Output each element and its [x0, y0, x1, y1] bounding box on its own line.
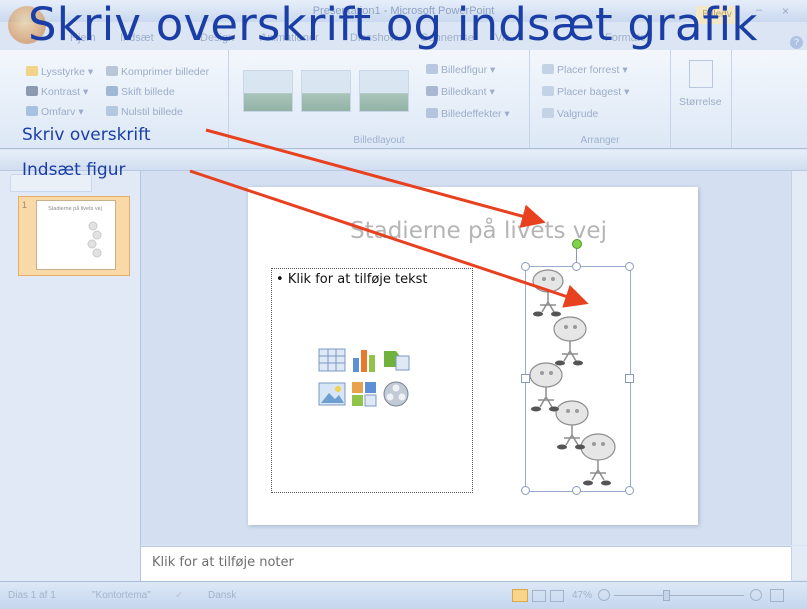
omfarv-button[interactable]: Omfarv ▾	[26, 106, 84, 118]
resize-handle-top-right[interactable]	[625, 262, 634, 271]
picture-selection-frame[interactable]	[525, 266, 631, 492]
picture-style-2[interactable]	[301, 70, 351, 112]
resize-handle-bottom[interactable]	[572, 486, 581, 495]
bring-front-icon	[542, 64, 554, 74]
recolor-icon	[26, 106, 38, 116]
notes-placeholder: Klik for at tilføje noter	[152, 555, 294, 570]
ribbon-group-arrange: Placer forrest ▾ Placer bagest ▾ Valgrud…	[530, 50, 671, 148]
zoom-in-icon[interactable]	[750, 589, 762, 601]
slide-count: Dias 1 af 1	[8, 590, 56, 601]
storrelse-button[interactable]: Størrelse	[679, 96, 722, 108]
resize-handle-top[interactable]	[572, 262, 581, 271]
kontrast-button[interactable]: Kontrast ▾	[26, 86, 88, 98]
placer-forrest-button[interactable]: Placer forrest ▾	[542, 64, 628, 76]
reset-picture-icon	[106, 106, 118, 116]
overlay-label-title: Skriv overskrift	[22, 125, 151, 145]
stick-figures-picture	[529, 269, 616, 486]
border-icon	[426, 86, 438, 96]
picture-style-3[interactable]	[359, 70, 409, 112]
normal-view-icon[interactable]	[512, 589, 528, 602]
spellcheck-icon[interactable]: ✓	[175, 590, 183, 601]
change-picture-icon	[106, 86, 118, 96]
insert-clipart-icon[interactable]	[350, 380, 378, 408]
fit-to-window-icon[interactable]	[770, 589, 784, 602]
overlay-heading: Skriv overskrift og indsæt grafik	[28, 0, 758, 51]
lysstyrke-button[interactable]: Lysstyrke ▾	[26, 66, 93, 78]
effects-icon	[426, 108, 438, 118]
size-icon[interactable]	[689, 60, 713, 88]
vertical-scrollbar[interactable]	[791, 171, 807, 545]
billedfigur-button[interactable]: Billedfigur ▾	[426, 64, 495, 76]
slideshow-view-icon[interactable]	[550, 590, 564, 602]
compress-icon	[106, 66, 118, 76]
slide-sorter-icon[interactable]	[532, 590, 546, 602]
bullet-text: Klik for at tilføje tekst	[287, 272, 428, 287]
resize-handle-bottom-left[interactable]	[521, 486, 530, 495]
ribbon-group-size: Størrelse	[671, 50, 732, 148]
theme-name: "Kontortema"	[92, 590, 151, 601]
zoom-slider[interactable]	[614, 595, 744, 596]
resize-handle-left[interactable]	[521, 374, 530, 383]
ribbon-group-billedlayout: Billedfigur ▾ Billedkant ▾ Billedeffekte…	[229, 50, 530, 148]
slide-number: 1	[22, 200, 28, 210]
komprimer-button[interactable]: Komprimer billeder	[106, 66, 209, 78]
contrast-icon	[26, 86, 38, 96]
valgrude-button[interactable]: Valgrude	[542, 108, 598, 120]
resize-handle-bottom-right[interactable]	[625, 486, 634, 495]
help-icon[interactable]: ?	[790, 36, 803, 49]
minimize-button[interactable]: –	[756, 4, 770, 18]
zoom-slider-thumb[interactable]	[663, 590, 670, 601]
zoom-level: 47%	[572, 590, 593, 601]
placer-bagest-button[interactable]: Placer bagest ▾	[542, 86, 629, 98]
insert-table-icon[interactable]	[318, 346, 346, 374]
picture-style-1[interactable]	[243, 70, 293, 112]
group-label-arranger: Arranger	[580, 135, 620, 146]
language: Dansk	[208, 590, 237, 601]
slide-title-placeholder[interactable]: Stadierne på livets vej	[350, 218, 607, 244]
resize-handle-top-left[interactable]	[521, 262, 530, 271]
rotation-handle[interactable]	[572, 239, 582, 249]
group-label-billedlayout: Billedlayout	[353, 135, 405, 146]
close-button[interactable]: ×	[782, 4, 796, 18]
overlay-label-figure: Indsæt figur	[22, 160, 126, 180]
insert-picture-icon[interactable]	[318, 380, 346, 408]
insert-chart-icon[interactable]	[350, 346, 378, 374]
sun-icon	[26, 66, 38, 76]
billedeffekter-button[interactable]: Billedeffekter ▾	[426, 108, 510, 120]
shape-icon	[426, 64, 438, 74]
selection-pane-icon	[542, 108, 554, 118]
insert-smartart-icon[interactable]	[382, 346, 410, 374]
bullet-text-placeholder[interactable]: • Klik for at tilføje tekst	[276, 272, 428, 287]
notes-scrollbar[interactable]	[791, 546, 807, 580]
resize-handle-right[interactable]	[625, 374, 634, 383]
thumbnail-title: Stadierne på livets vej	[48, 206, 102, 212]
nulstil-button[interactable]: Nulstil billede	[106, 106, 183, 118]
status-bar: Dias 1 af 1 "Kontortema" ✓ Dansk 47%	[0, 581, 807, 609]
skift-billede-button[interactable]: Skift billede	[106, 86, 175, 98]
zoom-out-icon[interactable]	[598, 589, 610, 601]
billedkant-button[interactable]: Billedkant ▾	[426, 86, 495, 98]
send-back-icon	[542, 86, 554, 96]
insert-media-icon[interactable]	[382, 380, 410, 408]
